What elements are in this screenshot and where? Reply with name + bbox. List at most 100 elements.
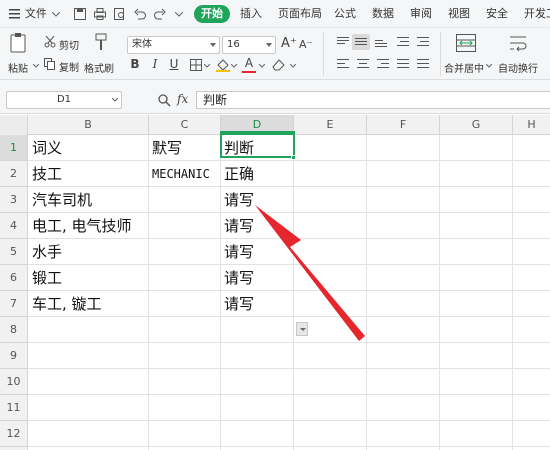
scissors-icon <box>44 36 56 48</box>
column-header-c[interactable]: C <box>149 115 221 135</box>
tab-developer[interactable]: 开发工 <box>524 0 550 28</box>
active-cell-selection <box>220 131 295 158</box>
indent-decrease-icon[interactable] <box>394 34 412 50</box>
underline-icon[interactable]: U <box>167 56 181 72</box>
cell-c2[interactable]: MECHANIC <box>152 161 210 187</box>
cell-d6[interactable]: 请写 <box>224 265 254 291</box>
row-header-12[interactable]: 12 <box>0 421 27 447</box>
formula-input[interactable]: 判断 <box>196 91 550 109</box>
paste-button[interactable]: 粘贴 <box>8 60 28 75</box>
decrease-font-size-icon[interactable]: A⁻ <box>299 37 312 53</box>
column-header-f[interactable]: F <box>367 115 440 135</box>
row-header-1[interactable]: 1 <box>0 135 27 161</box>
copy-button[interactable]: 复制 <box>59 59 79 74</box>
cell-d4[interactable]: 请写 <box>224 213 254 239</box>
column-header-g[interactable]: G <box>440 115 513 135</box>
column-header-h[interactable]: H <box>513 115 550 135</box>
row-header-11[interactable]: 11 <box>0 395 27 421</box>
tab-data[interactable]: 数据 <box>372 0 394 28</box>
clear-format-icon[interactable] <box>272 58 286 71</box>
file-menu[interactable]: 文件 <box>25 0 47 28</box>
increase-font-size-icon[interactable]: A⁺ <box>281 36 297 52</box>
tab-view[interactable]: 视图 <box>448 0 470 28</box>
row-header-7[interactable]: 7 <box>0 291 27 317</box>
row-header-6[interactable]: 6 <box>0 265 27 291</box>
cell-b5[interactable]: 水手 <box>32 239 62 265</box>
font-name-select[interactable]: 宋体 <box>127 36 220 54</box>
cell-b1[interactable]: 词义 <box>32 135 62 161</box>
row-header-10[interactable]: 10 <box>0 369 27 395</box>
copy-icon <box>44 58 55 70</box>
cut-button[interactable]: 剪切 <box>59 37 79 52</box>
customize-toolbar-icon[interactable] <box>175 12 183 17</box>
align-center-icon[interactable] <box>354 56 372 72</box>
format-painter-button[interactable]: 格式刷 <box>84 60 114 75</box>
cell-b7[interactable]: 车工, 镟工 <box>32 291 102 317</box>
autofill-options-button[interactable] <box>296 322 308 336</box>
tab-security[interactable]: 安全 <box>486 0 508 28</box>
cell-d3[interactable]: 请写 <box>224 187 254 213</box>
hamburger-menu-icon[interactable] <box>9 9 20 19</box>
tab-formulas[interactable]: 公式 <box>334 0 356 28</box>
cell-d5[interactable]: 请写 <box>224 239 254 265</box>
fill-color-icon[interactable] <box>216 58 230 72</box>
row-header-2[interactable]: 2 <box>0 161 27 187</box>
select-all-corner[interactable] <box>0 115 28 135</box>
distributed-align-icon[interactable] <box>414 56 432 72</box>
row-header-4[interactable]: 4 <box>0 213 27 239</box>
paste-icon[interactable] <box>10 32 28 54</box>
row-header-5[interactable]: 5 <box>0 239 27 265</box>
align-bottom-icon[interactable] <box>372 34 390 50</box>
column-header-e[interactable]: E <box>294 115 367 135</box>
cell-b4[interactable]: 电工, 电气技师 <box>32 213 132 239</box>
row-header-8[interactable]: 8 <box>0 317 27 343</box>
print-icon[interactable] <box>94 8 106 20</box>
align-left-icon[interactable] <box>334 56 352 72</box>
tab-home[interactable]: 开始 <box>194 5 230 23</box>
column-header-b[interactable]: B <box>28 115 149 135</box>
row-header-9[interactable]: 9 <box>0 343 27 369</box>
undo-icon[interactable] <box>134 8 146 20</box>
chevron-down-icon[interactable] <box>486 64 492 68</box>
italic-icon[interactable]: I <box>148 56 162 72</box>
row-header-3[interactable]: 3 <box>0 187 27 213</box>
cell-d2[interactable]: 正确 <box>224 161 254 187</box>
cell-reference: D1 <box>56 94 72 105</box>
cell-c1[interactable]: 默写 <box>152 135 182 161</box>
cell-d7[interactable]: 请写 <box>224 291 254 317</box>
name-box-chevron-icon[interactable] <box>112 98 118 102</box>
cell-grid[interactable]: 词义 默写 判断 技工 MECHANIC 正确 汽车司机 请写 电工, 电气技师… <box>28 135 550 450</box>
bold-icon[interactable]: B <box>128 56 142 72</box>
tab-page-layout[interactable]: 页面布局 <box>278 0 322 28</box>
chevron-down-icon[interactable] <box>52 12 60 17</box>
font-size-select[interactable]: 16 <box>222 36 276 54</box>
cell-b2[interactable]: 技工 <box>32 161 62 187</box>
wrap-text-button[interactable]: 自动换行 <box>498 60 538 75</box>
save-icon[interactable] <box>74 8 86 20</box>
ribbon-toolbar: 粘贴 剪切 复制 格式刷 宋体 16 A⁺ A⁻ B I U A 合并居中 自动… <box>0 28 550 80</box>
indent-increase-icon[interactable] <box>414 34 432 50</box>
chevron-down-icon[interactable] <box>259 64 265 68</box>
chevron-down-icon[interactable] <box>231 64 237 68</box>
chevron-down-icon[interactable] <box>204 64 210 68</box>
cell-b6[interactable]: 锻工 <box>32 265 62 291</box>
redo-icon[interactable] <box>154 8 166 20</box>
zoom-search-icon[interactable] <box>158 94 171 107</box>
name-box[interactable]: D1 <box>6 91 122 109</box>
paste-options-chevron-icon[interactable] <box>33 64 39 68</box>
font-size-value: 16 <box>227 39 240 50</box>
font-color-icon[interactable]: A <box>242 55 256 73</box>
chevron-down-icon[interactable] <box>290 64 296 68</box>
fill-handle[interactable] <box>291 155 296 160</box>
align-right-icon[interactable] <box>374 56 392 72</box>
print-preview-icon[interactable] <box>114 8 126 20</box>
justify-icon[interactable] <box>394 56 412 72</box>
merge-center-button[interactable]: 合并居中 <box>444 60 484 75</box>
insert-function-button[interactable]: fx <box>177 92 188 106</box>
align-middle-icon[interactable] <box>352 34 370 50</box>
border-icon[interactable] <box>190 59 202 71</box>
tab-insert[interactable]: 插入 <box>240 0 262 28</box>
tab-review[interactable]: 审阅 <box>410 0 432 28</box>
align-top-icon[interactable] <box>334 34 352 50</box>
cell-b3[interactable]: 汽车司机 <box>32 187 92 213</box>
